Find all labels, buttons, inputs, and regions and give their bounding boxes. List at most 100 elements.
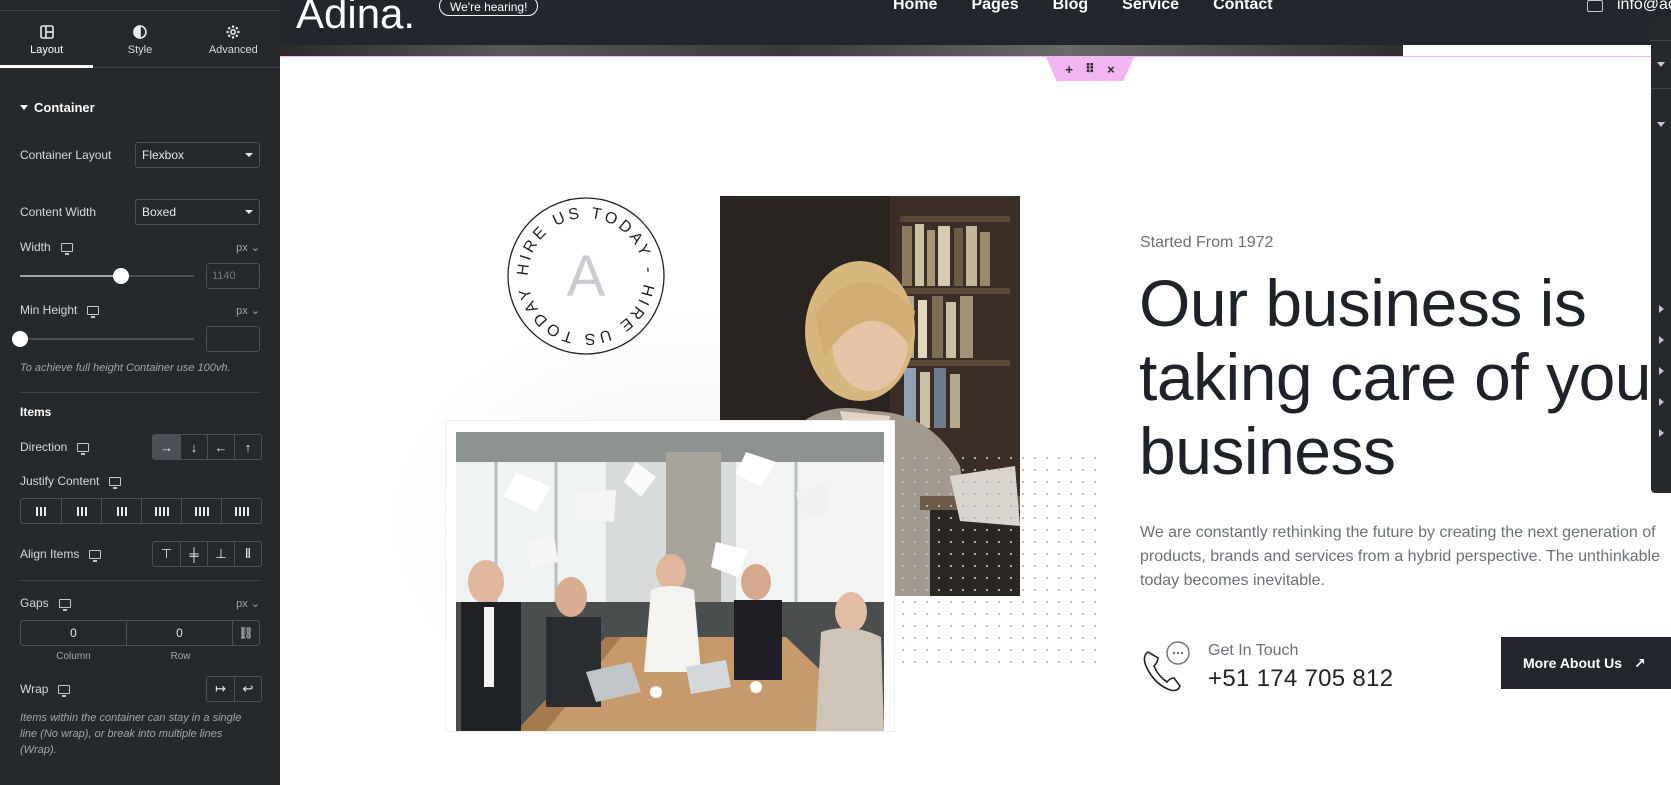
desktop-icon[interactable] bbox=[60, 242, 73, 255]
caret-right-icon[interactable] bbox=[1659, 305, 1664, 313]
add-section-icon[interactable]: + bbox=[1065, 62, 1073, 77]
caret-down-icon[interactable] bbox=[1657, 122, 1665, 127]
caret-right-icon[interactable] bbox=[1659, 398, 1664, 406]
caret-right-icon[interactable] bbox=[1659, 429, 1664, 437]
direction-row-button[interactable]: → bbox=[153, 435, 180, 459]
align-center-button[interactable]: ╪ bbox=[180, 542, 207, 566]
content-width-label: Content Width bbox=[20, 205, 97, 219]
align-stretch-button[interactable]: Ⅱ bbox=[234, 542, 261, 566]
section-container-toggle[interactable]: Container bbox=[20, 100, 95, 115]
gap-column-input[interactable]: 0 bbox=[21, 621, 127, 645]
hero-description: We are constantly rethinking the future … bbox=[1140, 524, 1660, 589]
min-height-slider[interactable] bbox=[12, 331, 194, 347]
justify-content-row: Justify Content bbox=[20, 472, 260, 490]
content-width-value: Boxed bbox=[142, 205, 177, 219]
nav-contact[interactable]: Contact bbox=[1213, 0, 1273, 14]
dropdown-arrow-icon bbox=[245, 210, 253, 214]
tab-style[interactable]: Style bbox=[93, 12, 186, 67]
tab-advanced[interactable]: Advanced bbox=[187, 12, 280, 67]
tab-style-label: Style bbox=[127, 43, 153, 56]
wrap-icon: ↩ bbox=[242, 681, 254, 696]
justify-space-between-button[interactable] bbox=[141, 499, 181, 523]
tab-advanced-label: Advanced bbox=[208, 43, 258, 56]
section-title: Container bbox=[34, 100, 95, 115]
direction-buttons: → ↓ ← ↑ bbox=[152, 434, 262, 460]
width-input[interactable]: 1140 bbox=[206, 263, 260, 289]
min-height-unit: px bbox=[236, 304, 248, 317]
justify-space-between-icon bbox=[154, 506, 169, 516]
justify-end-button[interactable] bbox=[101, 499, 141, 523]
align-stretch-icon: Ⅱ bbox=[244, 546, 252, 561]
close-icon[interactable]: × bbox=[1107, 62, 1115, 77]
caret-right-icon[interactable] bbox=[1659, 367, 1664, 375]
items-heading: Items bbox=[20, 405, 52, 419]
justify-start-button[interactable] bbox=[21, 499, 61, 523]
navigator-divider bbox=[1651, 88, 1671, 89]
nav-blog[interactable]: Blog bbox=[1053, 0, 1089, 14]
tab-layout[interactable]: Layout bbox=[0, 12, 94, 68]
desktop-icon[interactable] bbox=[87, 305, 100, 318]
width-unit: px bbox=[236, 241, 248, 254]
min-height-unit-select[interactable]: px ⌄ bbox=[236, 304, 260, 317]
gap-column-label: Column bbox=[56, 651, 91, 662]
align-end-icon: ⊥ bbox=[215, 546, 227, 561]
justify-center-button[interactable] bbox=[61, 499, 101, 523]
gaps-unit-select[interactable]: px ⌄ bbox=[236, 597, 260, 610]
panel-divider bbox=[20, 392, 260, 393]
panel-divider bbox=[0, 10, 280, 11]
caret-down-icon bbox=[20, 105, 28, 110]
container-layout-value: Flexbox bbox=[142, 148, 185, 162]
nav-home[interactable]: Home bbox=[893, 0, 937, 14]
caret-right-icon[interactable] bbox=[1659, 336, 1664, 344]
justify-space-around-button[interactable] bbox=[181, 499, 221, 523]
align-end-button[interactable]: ⊥ bbox=[207, 542, 234, 566]
wrap-button[interactable]: ↩ bbox=[234, 677, 261, 701]
section-outline bbox=[280, 56, 1671, 57]
direction-row-reverse-button[interactable]: ← bbox=[207, 435, 234, 459]
desktop-icon[interactable] bbox=[58, 598, 71, 611]
gap-row-input[interactable]: 0 bbox=[127, 621, 233, 645]
direction-column-button[interactable]: ↓ bbox=[180, 435, 207, 459]
navigator-divider bbox=[1651, 40, 1671, 41]
drag-handle-icon[interactable]: ⠿ bbox=[1085, 61, 1095, 77]
header-email[interactable]: info@ad bbox=[1587, 0, 1671, 14]
width-slider[interactable] bbox=[20, 268, 194, 284]
align-center-icon: ╪ bbox=[189, 546, 199, 562]
desktop-icon[interactable] bbox=[89, 549, 102, 562]
justify-space-evenly-button[interactable] bbox=[221, 499, 261, 523]
min-height-row: Min Height px ⌄ bbox=[20, 301, 260, 319]
desktop-icon[interactable] bbox=[77, 442, 90, 455]
section-handle[interactable]: + ⠿ × bbox=[1046, 57, 1134, 81]
no-wrap-button[interactable]: ↦ bbox=[207, 677, 234, 701]
main-nav: Home Pages Blog Service Contact bbox=[893, 0, 1273, 14]
hearing-badge[interactable]: We're hearing! bbox=[439, 0, 539, 16]
width-slider-knob[interactable] bbox=[113, 268, 129, 284]
panel-divider bbox=[20, 580, 260, 581]
container-layout-label: Container Layout bbox=[20, 148, 112, 162]
content-width-select[interactable]: Boxed bbox=[135, 199, 260, 225]
hire-us-badge[interactable]: HIRE US TODAY - HIRE US TODAY - A bbox=[506, 196, 666, 356]
started-label: Started From 1972 bbox=[1140, 234, 1274, 251]
desktop-icon[interactable] bbox=[58, 684, 71, 697]
mail-icon bbox=[1587, 0, 1603, 12]
site-logo[interactable]: Adina. bbox=[296, 0, 415, 38]
team-photo-art bbox=[456, 432, 884, 731]
link-icon[interactable]: ⛓ bbox=[233, 621, 259, 645]
direction-column-reverse-button[interactable]: ↑ bbox=[234, 435, 261, 459]
gaps-row: Gaps px ⌄ bbox=[20, 594, 260, 612]
min-height-input[interactable] bbox=[206, 326, 260, 352]
align-start-button[interactable]: ⊤ bbox=[153, 542, 180, 566]
navigator-panel[interactable] bbox=[1651, 18, 1671, 493]
nav-service[interactable]: Service bbox=[1122, 0, 1179, 14]
dot-pattern bbox=[897, 452, 1097, 664]
caret-down-icon[interactable] bbox=[1657, 62, 1665, 67]
desktop-icon[interactable] bbox=[109, 476, 122, 489]
team-photo bbox=[456, 432, 884, 731]
min-height-slider-knob[interactable] bbox=[12, 331, 28, 347]
nav-pages[interactable]: Pages bbox=[971, 0, 1018, 14]
width-placeholder: 1140 bbox=[212, 270, 236, 282]
width-unit-select[interactable]: px ⌄ bbox=[236, 241, 260, 254]
contact-phone[interactable]: +51 174 705 812 bbox=[1208, 665, 1393, 693]
more-about-us-button[interactable]: More About Us ↗ bbox=[1501, 637, 1671, 689]
container-layout-select[interactable]: Flexbox bbox=[135, 142, 260, 168]
